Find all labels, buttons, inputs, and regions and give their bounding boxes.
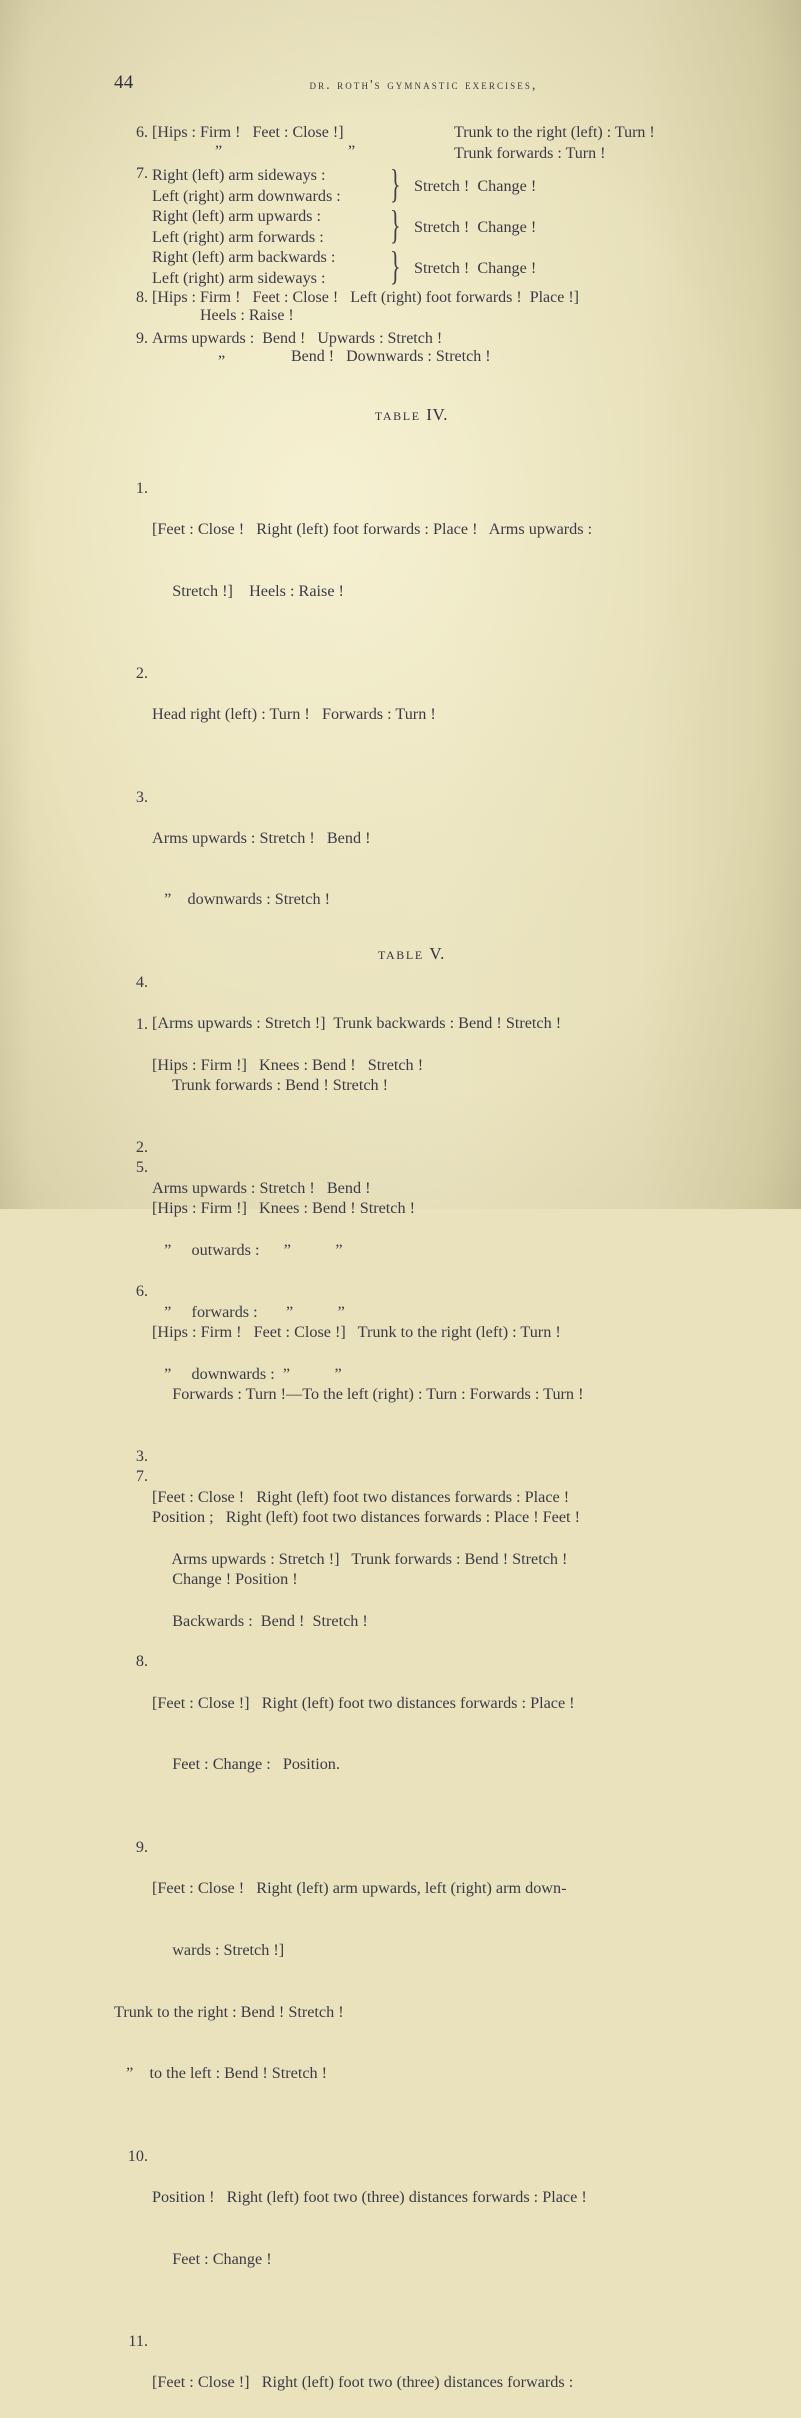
item-line: [Hips : Firm ! Feet : Close !] [152,124,344,141]
item-line: Trunk to the right : Bend ! Stretch ! [114,2002,344,2021]
exercise-item-6: 6. [Hips : Firm ! Feet : Close !] ” ” Tr… [136,124,655,162]
list-item: 11. [Feet : Close !] Right (left) foot t… [128,2310,592,2418]
item-line: [Feet : Close !] Right (left) foot two (… [152,2373,574,2392]
item-number: 3. [135,787,148,806]
ditto-mark-b: ” [348,142,356,160]
item-line: ” downwards : ” ” [152,1364,342,1383]
pair-line-b: Left (right) arm forwards : [152,227,324,246]
item-number: 9. [136,330,148,347]
item-line: Feet : Change ! [152,2249,272,2268]
item-number: 7. [136,165,148,182]
list-item: 2. Arms upwards : Stretch ! Bend ! ” out… [136,1117,569,1426]
exercise-item-8: 8. [Hips : Firm ! Feet : Close ! Left (r… [136,289,580,325]
item-number: 6. [135,1281,148,1300]
table-caption-word: Table [374,405,421,424]
list-item: 9. [Feet : Close ! Right (left) arm upwa… [114,1816,592,2125]
list-item: 3. Arms upwards : Stretch ! Bend ! ” dow… [136,766,592,951]
item-line: Stretch !] Heels : Raise ! [152,581,344,600]
item-number: 2. [135,1138,148,1157]
pair-line-b: Left (right) arm sideways : [152,268,326,287]
item-line: ” to the left : Bend ! Stretch ! [114,2064,328,2083]
list-item: 3. [Feet : Close ! Right (left) foot two… [136,1425,570,1672]
list-item: 2. Head right (left) : Turn ! Forwards :… [136,642,592,766]
item-number: 8. [136,289,148,306]
pair-command: Stretch ! Change ! [414,218,537,237]
list-item: 1. [Feet : Close ! Right (left) foot for… [136,457,593,642]
item-number: 3. [135,1447,148,1466]
item-line: Arms upwards : Stretch !] Trunk forwards… [152,1550,568,1569]
ditto-mark-a: ” [215,142,223,160]
item-number: 10. [127,2146,148,2165]
item-number: 7. [135,1467,148,1486]
item-line-right-2: Trunk forwards : Turn ! [454,144,606,162]
pair-line-a: Right (left) arm backwards : [152,248,336,267]
exercise-item-9: 9. Arms upwards : Bend ! Upwards : Stret… [136,330,491,370]
item-line: [Feet : Close ! Right (left) foot forwar… [152,519,593,538]
list-item: 1. [Hips : Firm !] Knees : Bend ! Stretc… [136,993,569,1117]
item-line: Backwards : Bend ! Stretch ! [152,1611,368,1630]
list-item: 10. Position ! Right (left) foot two (th… [128,2125,592,2310]
item-number: 6. [136,124,148,141]
item-number: 11. [128,2332,148,2351]
item-number: 5. [135,1158,148,1177]
item-number: 9. [135,1837,148,1856]
item-line: [Hips : Firm !] Knees : Bend ! Stretch ! [152,1055,424,1074]
table-5-items: 1. [Hips : Firm !] Knees : Bend ! Stretc… [136,993,570,1673]
pair-command: Stretch ! Change ! [414,259,537,278]
pair-line-b: Left (right) arm downwards : [152,186,341,205]
item-number: 1. [135,478,148,497]
item-line: [Feet : Close ! Right (left) arm upwards… [152,1878,567,1897]
item-line: Arms upwards : Stretch ! Bend ! [152,1179,371,1198]
ditto-mark: ” [218,351,226,370]
item-line: ” downwards : Stretch ! [152,890,331,909]
item-line: Head right (left) : Turn ! Forwards : Tu… [152,705,436,724]
page-content: 44 DR. ROTH'S GYMNASTIC EXERCISES, 6. [H… [0,0,801,2391]
table-caption-number: V. [429,944,445,963]
running-header: 44 DR. ROTH'S GYMNASTIC EXERCISES, [0,72,801,98]
table-caption-number: IV. [426,405,449,424]
item-line-right-1: Trunk to the right (left) : Turn ! [454,124,655,141]
running-title: DR. ROTH'S GYMNASTIC EXERCISES, [309,77,538,92]
pair-line-a: Right (left) arm sideways : [152,166,326,184]
item-number: 2. [135,663,148,682]
curly-brace-icon: } [390,161,401,206]
item-number: 4. [135,972,148,991]
pair-command: Stretch ! Change ! [414,177,537,195]
item-line: wards : Stretch !] [152,1940,285,1959]
item-number: 8. [135,1652,148,1671]
item-number: 1. [135,1014,148,1033]
table-caption-word: Table [378,944,424,963]
item-line: ” forwards : ” ” [152,1302,345,1321]
pair-line-a: Right (left) arm upwards : [152,207,322,226]
item-line-2: Bend ! Downwards : Stretch ! [291,348,491,365]
item-line-1: Arms upwards : Bend ! Upwards : Stretch … [152,330,443,347]
item-line: Arms upwards : Stretch ! Bend ! [152,828,371,847]
item-line: [Feet : Close ! Right (left) foot two di… [152,1488,570,1507]
table-5-caption: Table V. [0,944,801,964]
table-4-caption: Table IV. [0,405,801,425]
item-line: [Feet : Close !] Right (left) foot two d… [152,1693,575,1712]
item-line-2: Heels : Raise ! [200,307,294,324]
item-line: Position ! Right (left) foot two (three)… [152,2187,587,2206]
item-line-1: [Hips : Firm ! Feet : Close ! Left (righ… [152,289,580,306]
curly-brace-icon: } [390,202,401,248]
item-line: ” outwards : ” ” [152,1241,343,1260]
curly-brace-icon: } [390,243,401,289]
item-line: Feet : Change : Position. [152,1755,340,1774]
